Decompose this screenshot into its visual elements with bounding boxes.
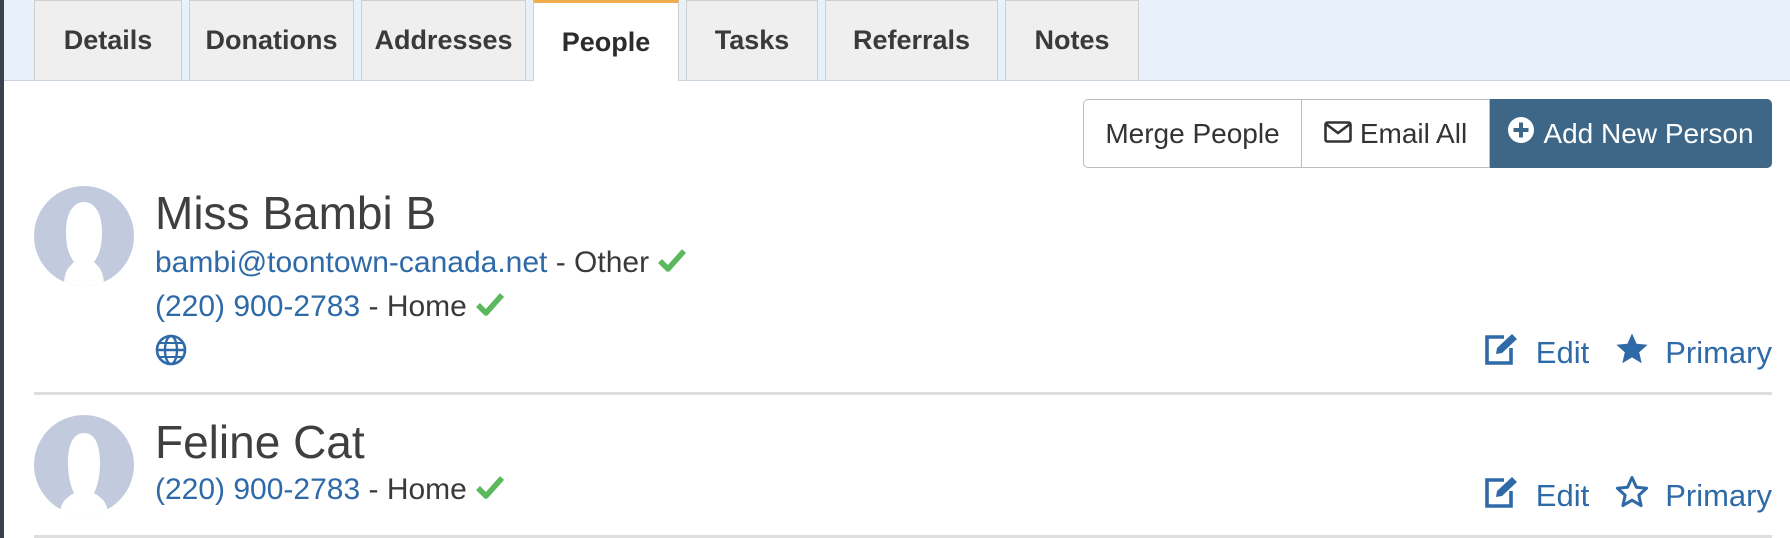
primary-button[interactable]: Primary — [1615, 332, 1772, 374]
envelope-icon — [1324, 118, 1352, 150]
globe-icon[interactable] — [155, 334, 187, 373]
email-link[interactable]: bambi@toontown-canada.net — [155, 246, 547, 279]
plus-circle-icon — [1507, 116, 1535, 151]
merge-people-label: Merge People — [1105, 117, 1280, 149]
edit-label: Edit — [1535, 335, 1590, 370]
person-silhouette-icon — [60, 433, 108, 515]
star-outline-icon — [1615, 475, 1649, 517]
tab-bar: Details Donations Addresses People Tasks… — [4, 0, 1790, 81]
phone-type: - Home — [368, 473, 467, 506]
add-new-person-button[interactable]: Add New Person — [1490, 99, 1772, 168]
phone-link[interactable]: (220) 900-2783 — [155, 473, 360, 506]
avatar — [34, 415, 134, 515]
tabs: Details Donations Addresses People Tasks… — [34, 0, 1146, 81]
verified-check-icon — [657, 247, 687, 281]
edit-label: Edit — [1535, 478, 1590, 513]
verified-check-icon — [475, 474, 505, 508]
email-all-label: Email All — [1359, 117, 1468, 149]
email-all-button[interactable]: Email All — [1302, 99, 1490, 168]
primary-button[interactable]: Primary — [1615, 475, 1772, 517]
avatar — [34, 186, 134, 286]
primary-label: Primary — [1665, 335, 1772, 370]
person-actions: Edit Primary — [1482, 332, 1772, 374]
merge-people-button[interactable]: Merge People — [1083, 99, 1302, 168]
tab-people[interactable]: People — [533, 0, 679, 81]
star-filled-icon — [1615, 332, 1649, 374]
person-actions: Edit Primary — [1482, 475, 1772, 517]
verified-check-icon — [475, 291, 505, 325]
tab-notes[interactable]: Notes — [1005, 0, 1139, 80]
tab-donations[interactable]: Donations — [189, 0, 354, 80]
person-card: Miss Bambi B bambi@toontown-canada.net -… — [34, 186, 1772, 386]
website-line — [155, 334, 187, 374]
edit-icon — [1482, 475, 1520, 517]
person-name: Feline Cat — [155, 416, 365, 468]
edit-button[interactable]: Edit — [1482, 332, 1589, 374]
add-new-person-label: Add New Person — [1543, 117, 1754, 149]
person-card: Feline Cat (220) 900-2783 - Home Edit Pr… — [34, 415, 1772, 535]
tab-tasks[interactable]: Tasks — [686, 0, 818, 80]
edit-icon — [1482, 332, 1520, 374]
email-line: bambi@toontown-canada.net - Other — [155, 246, 687, 281]
tab-referrals[interactable]: Referrals — [825, 0, 998, 80]
edit-button[interactable]: Edit — [1482, 475, 1589, 517]
email-type: - Other — [555, 246, 650, 279]
phone-type: - Home — [368, 290, 467, 323]
people-toolbar: Merge People Email All Add New Person — [1083, 99, 1772, 168]
person-divider — [34, 392, 1772, 395]
tab-addresses[interactable]: Addresses — [361, 0, 526, 80]
person-name: Miss Bambi B — [155, 187, 437, 239]
phone-link[interactable]: (220) 900-2783 — [155, 290, 360, 323]
primary-label: Primary — [1665, 478, 1772, 513]
tab-details[interactable]: Details — [34, 0, 182, 80]
phone-line: (220) 900-2783 - Home — [155, 473, 505, 508]
person-silhouette-icon — [64, 202, 104, 286]
phone-line: (220) 900-2783 - Home — [155, 290, 505, 325]
